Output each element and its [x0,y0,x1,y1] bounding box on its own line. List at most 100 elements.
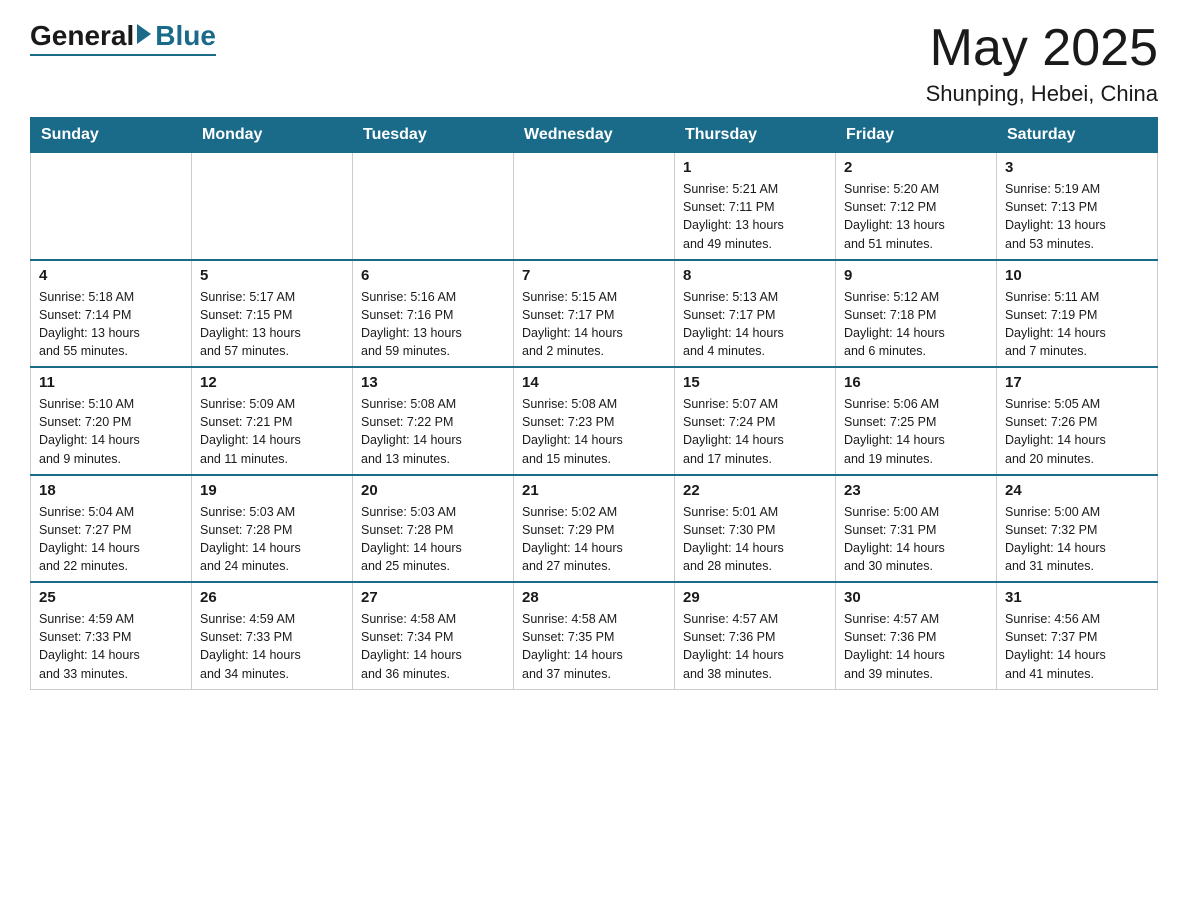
day-info: Sunrise: 4:59 AM Sunset: 7:33 PM Dayligh… [200,610,344,683]
logo-arrow-icon [137,24,151,44]
day-number: 21 [522,482,666,499]
calendar-day-cell: 26Sunrise: 4:59 AM Sunset: 7:33 PM Dayli… [192,582,353,689]
calendar-day-cell: 15 Sunrise: 5:07 AM Sunset: 7:24 PM Dayli… [675,367,836,475]
day-info: Sunrise: 5:06 AM Sunset: 7:25 PM Dayligh… [844,395,988,468]
day-of-week-header: Thursday [675,118,836,153]
calendar-day-cell: 29 Sunrise: 4:57 AM Sunset: 7:36 PM Dayli… [675,582,836,689]
day-info: Sunrise: 4:58 AM Sunset: 7:35 PM Dayligh… [522,610,666,683]
calendar-day-cell: 2 Sunrise: 5:20 AM Sunset: 7:12 PM Daylig… [836,153,997,260]
calendar-header-row: SundayMondayTuesdayWednesdayThursdayFrid… [31,118,1158,153]
day-info: Sunrise: 5:01 AM Sunset: 7:30 PM Dayligh… [683,503,827,576]
calendar-day-cell: 27 Sunrise: 4:58 AM Sunset: 7:34 PM Dayli… [353,582,514,689]
day-number: 11 [39,374,183,391]
day-info: Sunrise: 5:03 AM Sunset: 7:28 PM Dayligh… [200,503,344,576]
calendar-day-cell: 24Sunrise: 5:00 AM Sunset: 7:32 PM Dayli… [997,475,1158,583]
day-info: Sunrise: 5:19 AM Sunset: 7:13 PM Dayligh… [1005,180,1149,253]
day-of-week-header: Tuesday [353,118,514,153]
logo-blue-text: Blue [155,20,216,52]
day-info: Sunrise: 5:04 AM Sunset: 7:27 PM Dayligh… [39,503,183,576]
day-info: Sunrise: 5:13 AM Sunset: 7:17 PM Dayligh… [683,288,827,361]
day-number: 17 [1005,374,1149,391]
day-number: 15 [683,374,827,391]
day-info: Sunrise: 4:57 AM Sunset: 7:36 PM Dayligh… [844,610,988,683]
calendar-day-cell: 9 Sunrise: 5:12 AM Sunset: 7:18 PM Daylig… [836,260,997,368]
calendar-day-cell: 30 Sunrise: 4:57 AM Sunset: 7:36 PM Dayli… [836,582,997,689]
calendar-day-cell: 17Sunrise: 5:05 AM Sunset: 7:26 PM Dayli… [997,367,1158,475]
day-number: 20 [361,482,505,499]
day-info: Sunrise: 5:00 AM Sunset: 7:31 PM Dayligh… [844,503,988,576]
day-number: 19 [200,482,344,499]
calendar-week-row: 1 Sunrise: 5:21 AM Sunset: 7:11 PM Daylig… [31,153,1158,260]
calendar-day-cell: 22 Sunrise: 5:01 AM Sunset: 7:30 PM Dayli… [675,475,836,583]
day-info: Sunrise: 4:59 AM Sunset: 7:33 PM Dayligh… [39,610,183,683]
day-number: 4 [39,267,183,284]
day-info: Sunrise: 4:56 AM Sunset: 7:37 PM Dayligh… [1005,610,1149,683]
day-of-week-header: Wednesday [514,118,675,153]
calendar-day-cell: 6 Sunrise: 5:16 AM Sunset: 7:16 PM Daylig… [353,260,514,368]
day-info: Sunrise: 5:08 AM Sunset: 7:23 PM Dayligh… [522,395,666,468]
day-number: 16 [844,374,988,391]
day-info: Sunrise: 5:03 AM Sunset: 7:28 PM Dayligh… [361,503,505,576]
location-label: Shunping, Hebei, China [926,81,1158,107]
day-number: 12 [200,374,344,391]
day-number: 23 [844,482,988,499]
calendar-day-cell: 21Sunrise: 5:02 AM Sunset: 7:29 PM Dayli… [514,475,675,583]
calendar-week-row: 11 Sunrise: 5:10 AM Sunset: 7:20 PM Dayli… [31,367,1158,475]
day-info: Sunrise: 5:16 AM Sunset: 7:16 PM Dayligh… [361,288,505,361]
calendar-day-cell: 13 Sunrise: 5:08 AM Sunset: 7:22 PM Dayli… [353,367,514,475]
day-number: 7 [522,267,666,284]
day-number: 30 [844,589,988,606]
calendar-day-cell: 14Sunrise: 5:08 AM Sunset: 7:23 PM Dayli… [514,367,675,475]
calendar-day-cell: 1 Sunrise: 5:21 AM Sunset: 7:11 PM Daylig… [675,153,836,260]
day-info: Sunrise: 5:18 AM Sunset: 7:14 PM Dayligh… [39,288,183,361]
logo-underline [30,54,216,56]
day-number: 27 [361,589,505,606]
day-number: 1 [683,159,827,176]
day-info: Sunrise: 5:10 AM Sunset: 7:20 PM Dayligh… [39,395,183,468]
calendar-week-row: 4 Sunrise: 5:18 AM Sunset: 7:14 PM Daylig… [31,260,1158,368]
day-number: 24 [1005,482,1149,499]
calendar-day-cell: 7 Sunrise: 5:15 AM Sunset: 7:17 PM Daylig… [514,260,675,368]
day-number: 31 [1005,589,1149,606]
calendar-day-cell: 16 Sunrise: 5:06 AM Sunset: 7:25 PM Dayli… [836,367,997,475]
day-number: 29 [683,589,827,606]
page-header: General Blue May 2025 Shunping, Hebei, C… [30,20,1158,107]
calendar-day-cell: 5Sunrise: 5:17 AM Sunset: 7:15 PM Daylig… [192,260,353,368]
day-info: Sunrise: 5:09 AM Sunset: 7:21 PM Dayligh… [200,395,344,468]
logo: General Blue [30,20,216,56]
day-number: 18 [39,482,183,499]
day-number: 5 [200,267,344,284]
month-title: May 2025 [926,20,1158,77]
calendar-day-cell [31,153,192,260]
day-number: 9 [844,267,988,284]
day-of-week-header: Monday [192,118,353,153]
day-info: Sunrise: 4:57 AM Sunset: 7:36 PM Dayligh… [683,610,827,683]
day-info: Sunrise: 5:20 AM Sunset: 7:12 PM Dayligh… [844,180,988,253]
day-info: Sunrise: 5:08 AM Sunset: 7:22 PM Dayligh… [361,395,505,468]
calendar-day-cell: 19 Sunrise: 5:03 AM Sunset: 7:28 PM Dayli… [192,475,353,583]
day-number: 22 [683,482,827,499]
calendar-day-cell: 18 Sunrise: 5:04 AM Sunset: 7:27 PM Dayli… [31,475,192,583]
day-of-week-header: Sunday [31,118,192,153]
day-number: 6 [361,267,505,284]
calendar-day-cell: 3 Sunrise: 5:19 AM Sunset: 7:13 PM Daylig… [997,153,1158,260]
day-info: Sunrise: 5:21 AM Sunset: 7:11 PM Dayligh… [683,180,827,253]
day-of-week-header: Friday [836,118,997,153]
calendar-day-cell: 31 Sunrise: 4:56 AM Sunset: 7:37 PM Dayli… [997,582,1158,689]
day-of-week-header: Saturday [997,118,1158,153]
day-info: Sunrise: 5:12 AM Sunset: 7:18 PM Dayligh… [844,288,988,361]
logo-general-text: General [30,20,134,52]
day-number: 2 [844,159,988,176]
calendar-day-cell [192,153,353,260]
day-number: 25 [39,589,183,606]
day-info: Sunrise: 4:58 AM Sunset: 7:34 PM Dayligh… [361,610,505,683]
day-number: 13 [361,374,505,391]
day-info: Sunrise: 5:15 AM Sunset: 7:17 PM Dayligh… [522,288,666,361]
calendar-day-cell: 28Sunrise: 4:58 AM Sunset: 7:35 PM Dayli… [514,582,675,689]
calendar-day-cell: 20 Sunrise: 5:03 AM Sunset: 7:28 PM Dayli… [353,475,514,583]
day-number: 10 [1005,267,1149,284]
calendar-day-cell: 8Sunrise: 5:13 AM Sunset: 7:17 PM Daylig… [675,260,836,368]
calendar-day-cell [514,153,675,260]
day-number: 3 [1005,159,1149,176]
day-info: Sunrise: 5:07 AM Sunset: 7:24 PM Dayligh… [683,395,827,468]
